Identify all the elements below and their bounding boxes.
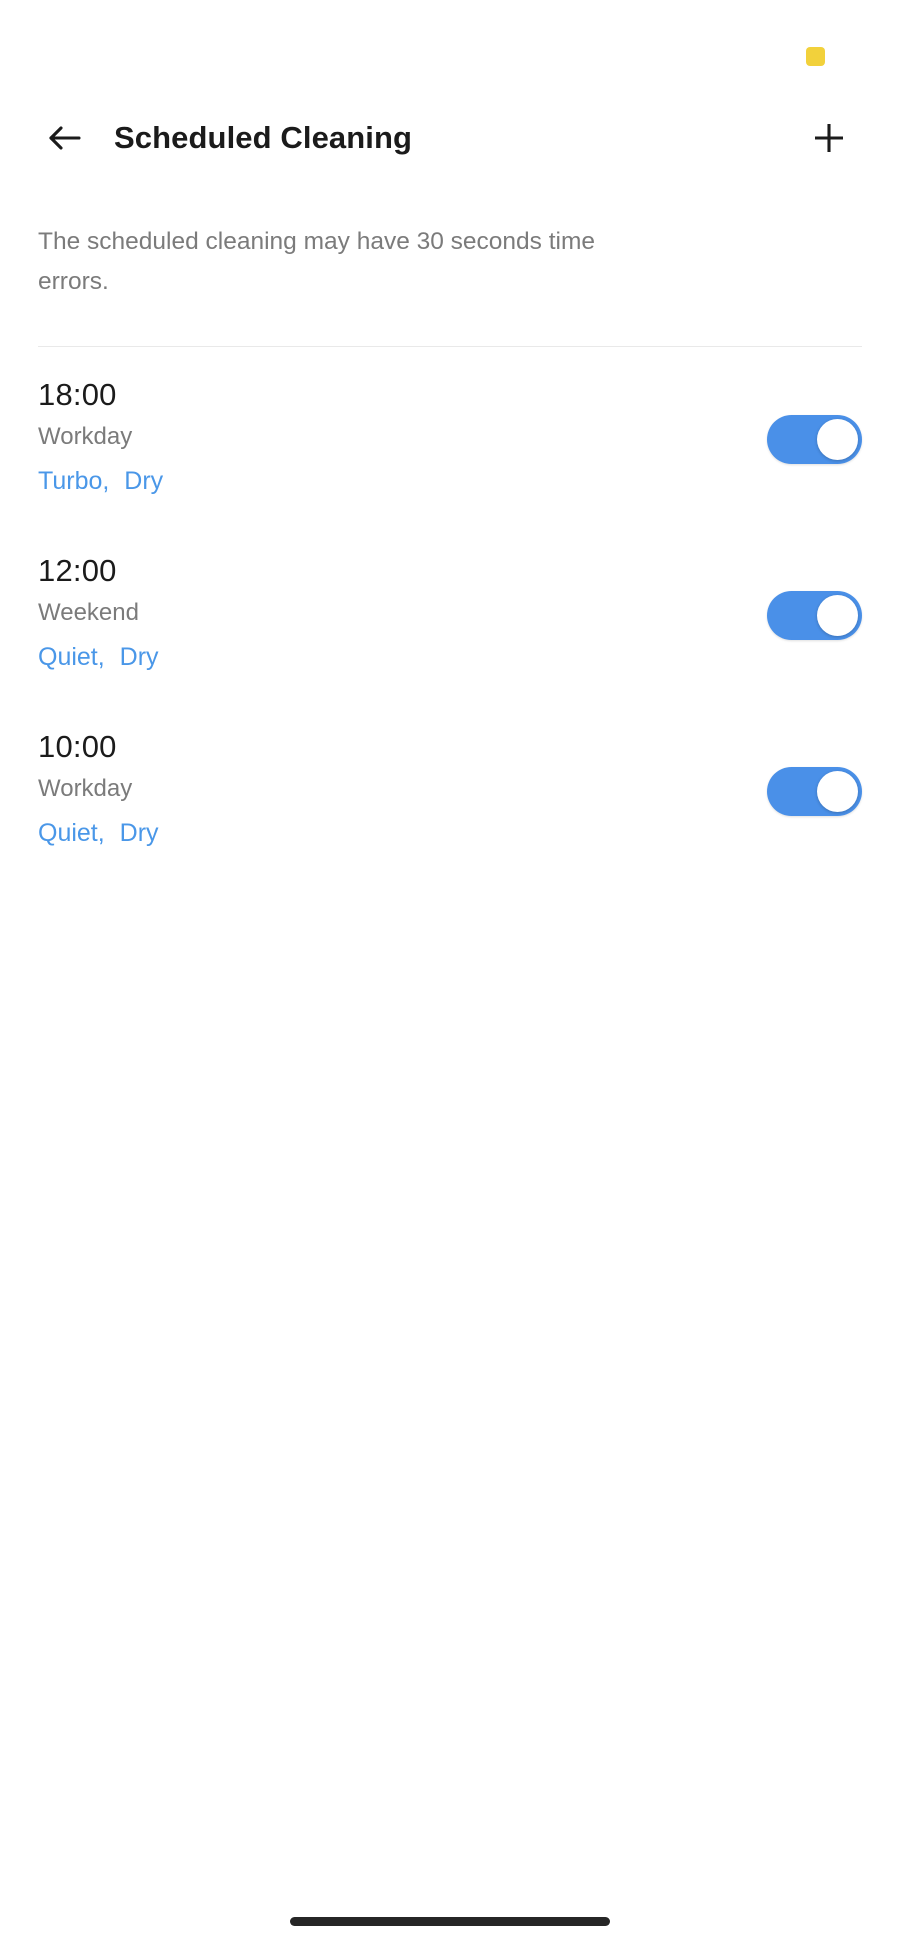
back-button[interactable]: [34, 107, 96, 169]
arrow-left-icon: [46, 119, 84, 157]
description-text: The scheduled cleaning may have 30 secon…: [38, 228, 596, 295]
app-bar: Scheduled Cleaning: [0, 92, 900, 184]
schedule-mode-primary: Quiet,: [38, 643, 105, 671]
add-schedule-button[interactable]: [798, 107, 860, 169]
toggle-knob: [817, 594, 858, 636]
schedule-repeat: Workday: [38, 775, 133, 802]
schedule-time: 12:00: [38, 553, 117, 588]
schedule-row[interactable]: 12:00 Weekend Quiet, Dry: [38, 523, 862, 699]
schedule-repeat: Workday: [38, 423, 133, 450]
schedule-modes: Quiet, Dry: [38, 635, 767, 679]
schedule-modes: Quiet, Dry: [38, 811, 767, 855]
home-indicator[interactable]: [290, 1917, 610, 1926]
schedule-row[interactable]: 10:00 Workday Quiet, Dry: [38, 699, 862, 875]
schedule-time: 18:00: [38, 377, 117, 412]
schedule-time: 10:00: [38, 729, 117, 764]
schedule-mode-secondary: Dry: [119, 819, 159, 847]
schedule-repeat: Weekend: [38, 599, 139, 626]
plus-icon: [810, 119, 848, 157]
schedule-row[interactable]: 18:00 Workday Turbo, Dry: [38, 347, 862, 523]
toggle-knob: [817, 770, 858, 812]
schedule-mode-secondary: Dry: [124, 467, 164, 495]
status-bar: [0, 0, 900, 92]
schedule-toggle[interactable]: [767, 414, 862, 464]
schedule-list: 18:00 Workday Turbo, Dry 12:00 Weekend Q…: [0, 347, 900, 875]
yellow-square-badge-icon: [806, 47, 825, 66]
schedule-info: 10:00 Workday Quiet, Dry: [38, 727, 767, 855]
toggle-knob: [817, 418, 858, 460]
schedule-mode-secondary: Dry: [119, 643, 159, 671]
schedule-toggle[interactable]: [767, 766, 862, 816]
schedule-mode-primary: Quiet,: [38, 819, 105, 847]
page-title: Scheduled Cleaning: [114, 120, 413, 155]
schedule-info: 18:00 Workday Turbo, Dry: [38, 375, 767, 503]
schedule-mode-primary: Turbo,: [38, 467, 110, 495]
schedule-modes: Turbo, Dry: [38, 459, 767, 503]
schedule-toggle[interactable]: [767, 590, 862, 640]
schedule-info: 12:00 Weekend Quiet, Dry: [38, 551, 767, 679]
